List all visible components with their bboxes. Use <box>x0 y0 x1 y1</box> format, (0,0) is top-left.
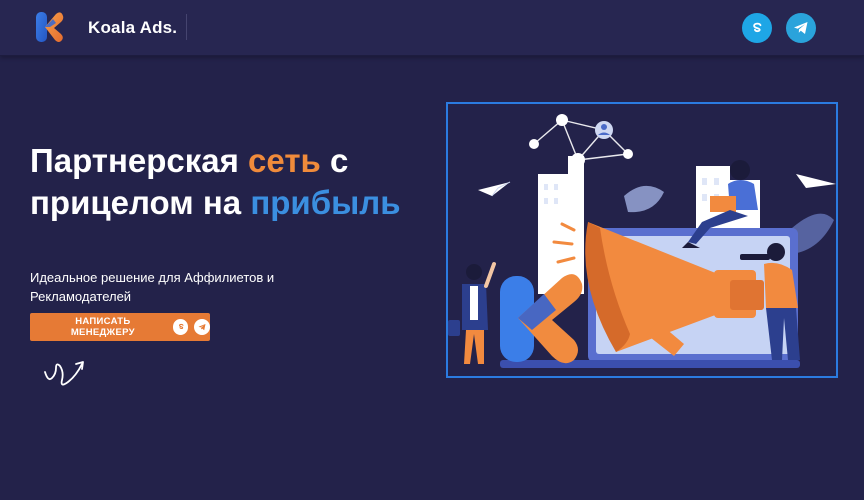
brand-name[interactable]: Koala Ads. <box>88 18 177 38</box>
squiggle-arrow-icon <box>44 361 84 386</box>
hero-title-highlight-orange: сеть <box>248 142 321 179</box>
hero-title-highlight-blue: прибыль <box>250 184 401 221</box>
marketing-illustration <box>448 114 836 368</box>
site-header: Koala Ads. <box>0 0 864 56</box>
hero-title: Партнерская сеть с прицелом на прибыль <box>30 140 410 224</box>
hero-title-part1: Партнерская <box>30 142 249 179</box>
hero-subtitle: Идеальное решение для Аффилиетов и Рекла… <box>30 270 275 304</box>
header-divider <box>186 14 187 40</box>
telegram-button[interactable] <box>786 13 816 43</box>
telegram-icon <box>194 319 211 335</box>
telegram-icon <box>794 22 808 34</box>
skype-icon <box>753 22 762 33</box>
cta-label: НАПИСАТЬ МЕНЕДЖЕРУ <box>70 316 135 338</box>
skype-button[interactable] <box>742 13 772 43</box>
contact-manager-button[interactable]: НАПИСАТЬ МЕНЕДЖЕРУ <box>30 313 211 341</box>
hero-illustration <box>446 102 838 378</box>
skype-icon <box>172 319 189 335</box>
koala-logo-icon[interactable] <box>34 11 66 43</box>
